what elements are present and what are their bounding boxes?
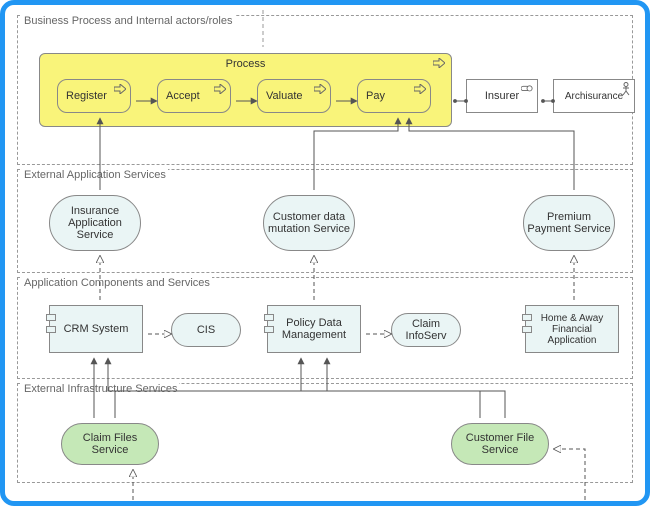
role-insurer-label: Insurer xyxy=(485,90,519,102)
arrow-icon xyxy=(433,58,445,68)
layer-infra-title: External Infrastructure Services xyxy=(22,383,179,395)
component-icon xyxy=(46,314,56,321)
service-cis: CIS xyxy=(171,313,241,347)
service-claim-infoserv-label: Claim InfoServ xyxy=(394,318,458,342)
step-register-label: Register xyxy=(66,90,107,102)
layer-business-title: Business Process and Internal actors/rol… xyxy=(22,15,235,27)
component-icon xyxy=(46,326,56,333)
actor-icon xyxy=(621,82,631,96)
service-cis-label: CIS xyxy=(197,324,215,336)
component-icon xyxy=(522,314,532,321)
component-policy-data-label: Policy Data Management xyxy=(270,317,358,341)
layer-ext-app-title: External Application Services xyxy=(22,169,168,181)
arrow-icon xyxy=(114,84,126,94)
step-accept: Accept xyxy=(157,79,231,113)
step-accept-label: Accept xyxy=(166,90,200,102)
infra-customer-file: Customer File Service xyxy=(451,423,549,465)
arrow-icon xyxy=(214,84,226,94)
component-policy-data: Policy Data Management xyxy=(267,305,361,353)
component-home-away-label: Home & Away Financial Application xyxy=(528,313,616,346)
service-premium-payment-label: Premium Payment Service xyxy=(526,211,612,235)
infra-claim-files: Claim Files Service xyxy=(61,423,159,465)
infra-claim-files-label: Claim Files Service xyxy=(64,432,156,456)
role-icon xyxy=(521,83,533,93)
service-customer-data-label: Customer data mutation Service xyxy=(266,211,352,235)
service-insurance-app: Insurance Application Service xyxy=(49,195,141,251)
service-customer-data: Customer data mutation Service xyxy=(263,195,355,251)
component-crm-label: CRM System xyxy=(64,323,129,335)
component-home-away: Home & Away Financial Application xyxy=(525,305,619,353)
component-icon xyxy=(264,314,274,321)
process-title: Process xyxy=(40,58,451,70)
step-pay: Pay xyxy=(357,79,431,113)
layer-app-title: Application Components and Services xyxy=(22,277,212,289)
diagram-canvas: Business Process and Internal actors/rol… xyxy=(0,0,650,506)
step-valuate-label: Valuate xyxy=(266,90,303,102)
actor-archisurance: Archisurance xyxy=(553,79,635,113)
step-valuate: Valuate xyxy=(257,79,331,113)
service-premium-payment: Premium Payment Service xyxy=(523,195,615,251)
arrow-icon xyxy=(314,84,326,94)
role-insurer: Insurer xyxy=(466,79,538,113)
component-icon xyxy=(522,326,532,333)
step-pay-label: Pay xyxy=(366,90,385,102)
service-insurance-app-label: Insurance Application Service xyxy=(52,205,138,241)
service-claim-infoserv: Claim InfoServ xyxy=(391,313,461,347)
infra-customer-file-label: Customer File Service xyxy=(454,432,546,456)
component-icon xyxy=(264,326,274,333)
step-register: Register xyxy=(57,79,131,113)
actor-archisurance-label: Archisurance xyxy=(565,91,623,102)
arrow-icon xyxy=(414,84,426,94)
component-crm: CRM System xyxy=(49,305,143,353)
